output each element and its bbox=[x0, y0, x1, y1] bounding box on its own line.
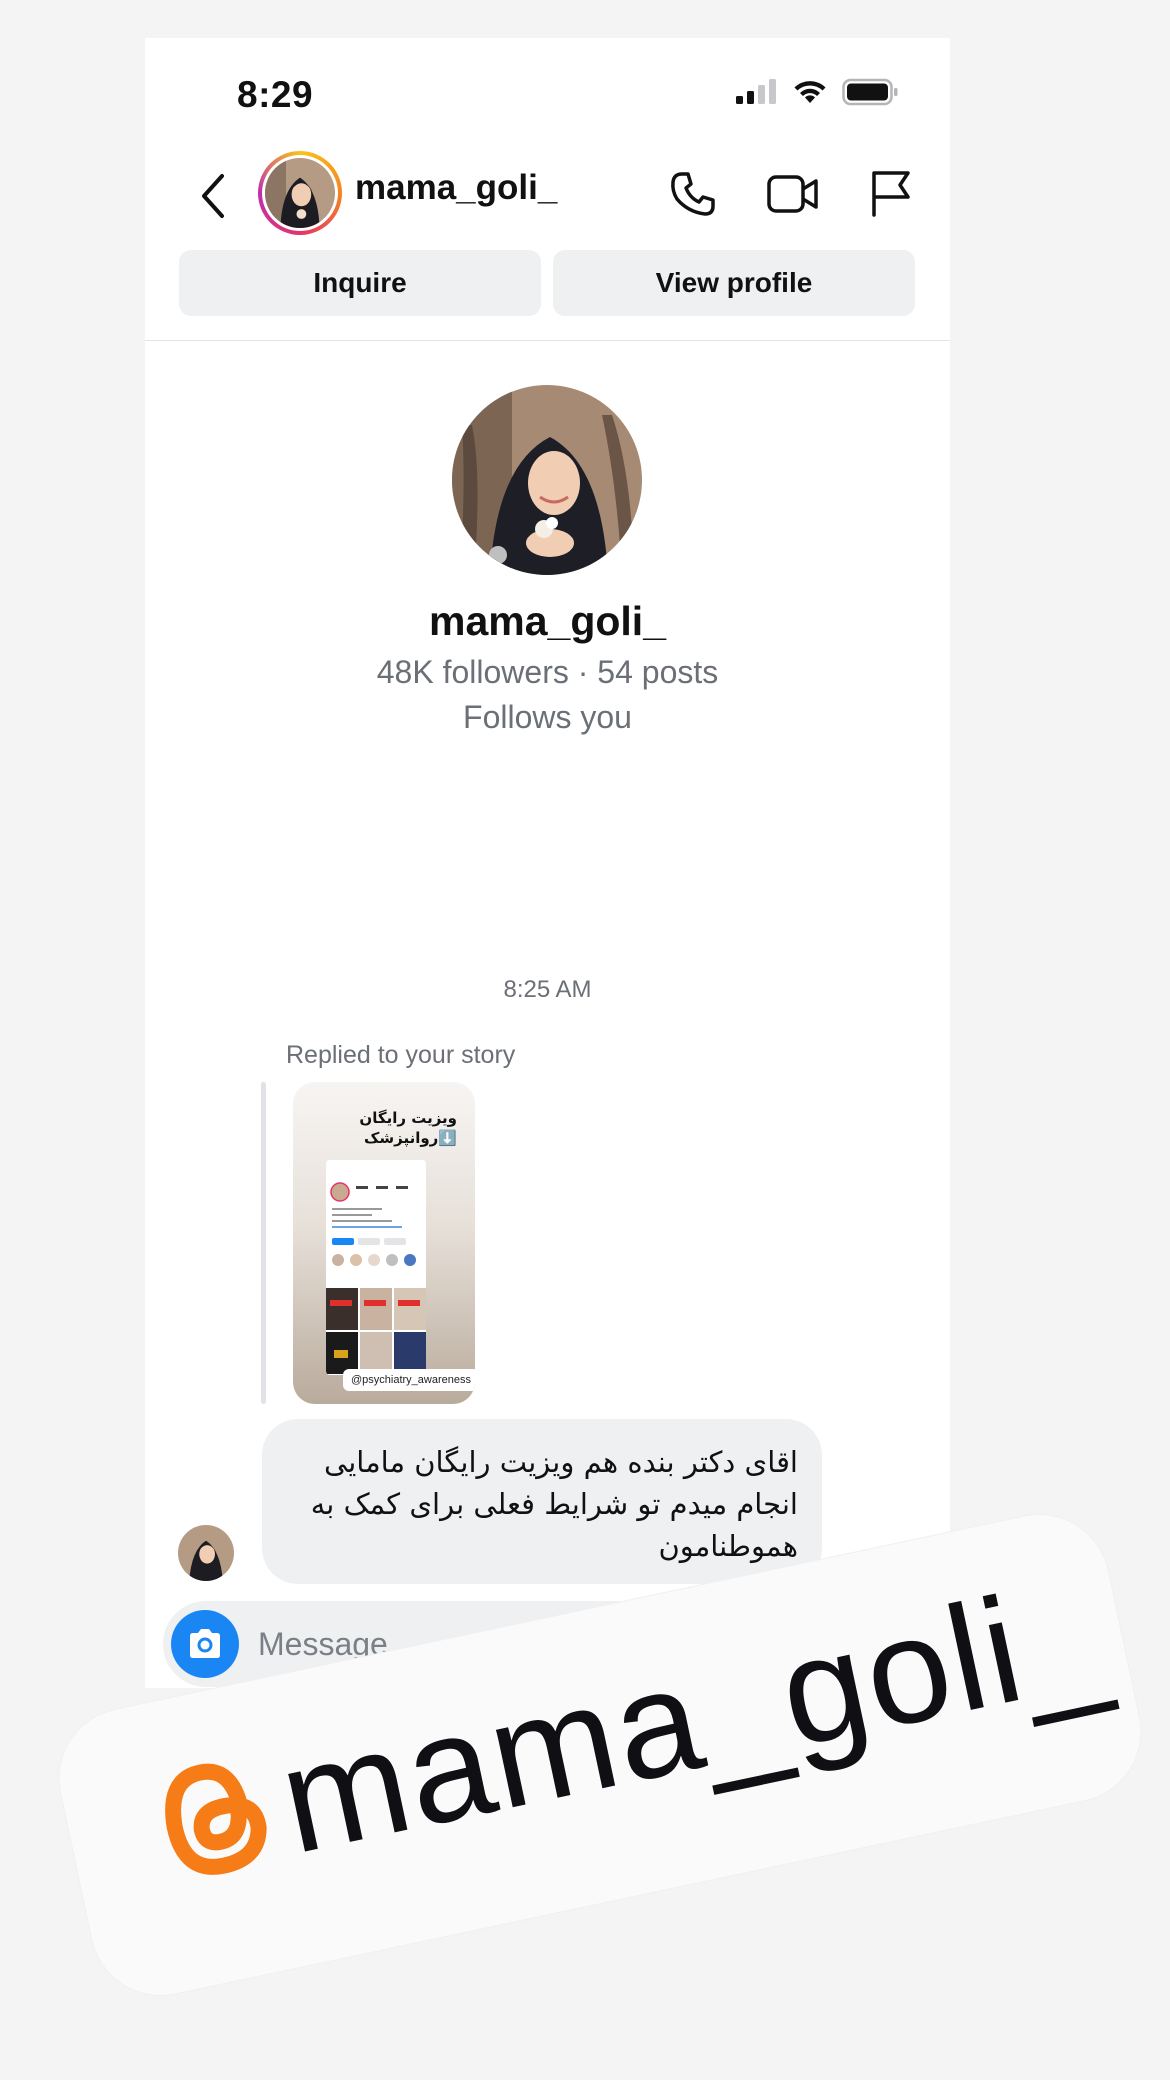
view-profile-button[interactable]: View profile bbox=[553, 250, 915, 316]
status-time: 8:29 bbox=[237, 74, 314, 115]
inquire-button[interactable]: Inquire bbox=[179, 250, 541, 316]
story-screenshot-graphic bbox=[326, 1160, 426, 1375]
message-timestamp: 8:25 AM bbox=[503, 976, 592, 1003]
message-text: اقای دکتر بنده هم ویزیت رایگان مامایی ان… bbox=[310, 1445, 798, 1563]
video-camera-icon bbox=[767, 175, 818, 213]
story-screenshot bbox=[326, 1160, 426, 1375]
report-button[interactable] bbox=[863, 166, 919, 222]
camera-button[interactable] bbox=[171, 1610, 239, 1678]
sender-avatar[interactable] bbox=[178, 1525, 234, 1581]
profile-stats: 48K followers · 54 posts bbox=[376, 654, 719, 690]
dm-screen: 8:29 mama_goli_ Inquire View profile mam… bbox=[145, 38, 950, 1688]
header-avatar[interactable] bbox=[258, 151, 342, 235]
header-username[interactable]: mama_goli_ bbox=[355, 168, 557, 208]
phone-icon bbox=[671, 172, 715, 216]
reply-quote-bar bbox=[261, 1082, 266, 1404]
story-title-line1: ویزیت رایگان bbox=[359, 1109, 457, 1127]
wifi-icon bbox=[794, 81, 826, 103]
video-call-button[interactable] bbox=[765, 166, 821, 222]
sender-avatar-photo bbox=[178, 1525, 234, 1581]
story-preview[interactable]: ویزیت رایگان ⬇️روانپزشک @psychiatry_awar… bbox=[293, 1082, 475, 1404]
camera-icon bbox=[190, 1629, 220, 1658]
battery-icon bbox=[842, 78, 898, 106]
profile-photo bbox=[452, 385, 642, 575]
signal-icon bbox=[736, 79, 776, 104]
header-divider bbox=[145, 340, 950, 341]
flag-icon bbox=[872, 171, 910, 217]
story-reply-label: Replied to your story bbox=[286, 1041, 516, 1069]
back-button[interactable] bbox=[193, 168, 233, 224]
follows-you-label: Follows you bbox=[463, 699, 632, 735]
chevron-left-icon bbox=[202, 174, 224, 218]
profile-avatar[interactable] bbox=[452, 385, 642, 575]
threads-logo-icon bbox=[165, 1763, 267, 1875]
call-button[interactable] bbox=[665, 166, 721, 222]
story-title-line2: ⬇️روانپزشک bbox=[364, 1129, 457, 1147]
message-bubble[interactable]: اقای دکتر بنده هم ویزیت رایگان مامایی ان… bbox=[262, 1419, 822, 1584]
story-title: ویزیت رایگان ⬇️روانپزشک bbox=[359, 1108, 457, 1148]
avatar-photo bbox=[265, 158, 335, 228]
story-mention-tag: @psychiatry_awareness bbox=[343, 1369, 475, 1391]
profile-name: mama_goli_ bbox=[429, 598, 666, 644]
status-icons bbox=[734, 78, 898, 106]
